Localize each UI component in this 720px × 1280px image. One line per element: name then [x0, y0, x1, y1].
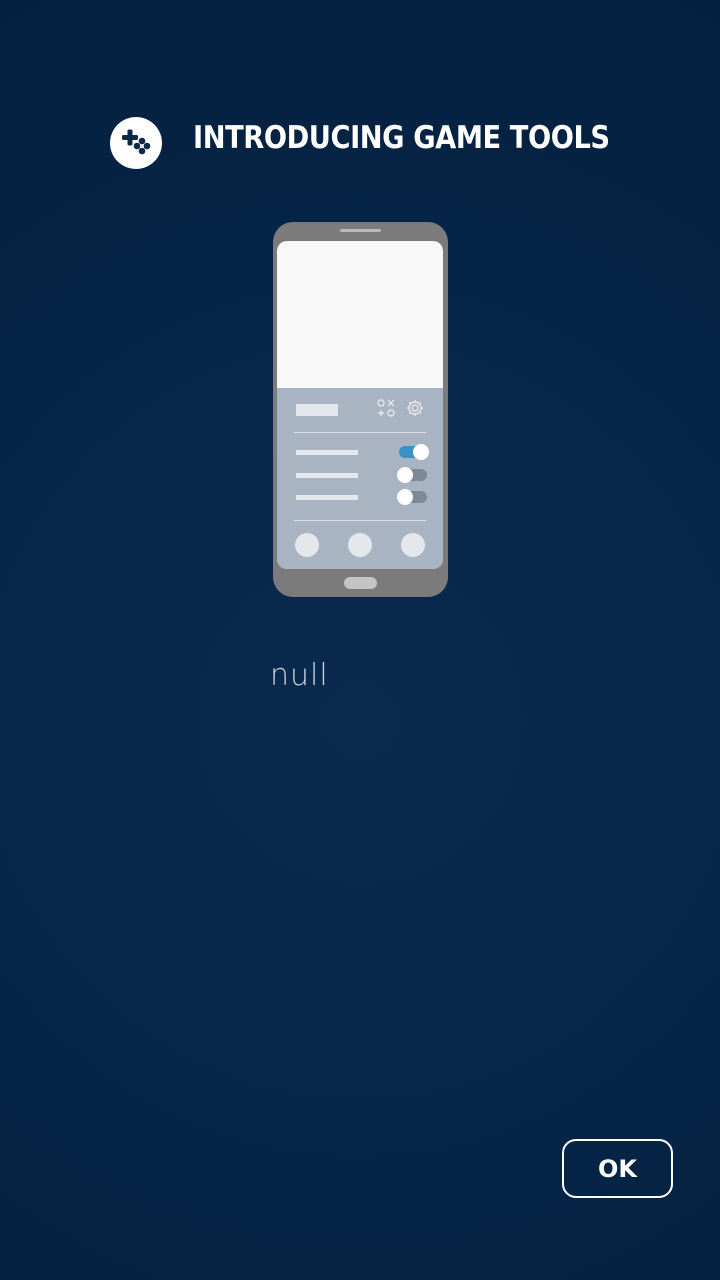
setting-toggle-off: [397, 489, 427, 505]
game-tools-panel: [277, 388, 443, 569]
panel-divider-bottom: [294, 520, 426, 521]
setting-row-label: [296, 473, 358, 478]
setting-toggle-on: [399, 444, 429, 460]
phone-illustration: [273, 222, 448, 597]
game-tools-icon: [377, 399, 395, 417]
panel-icons: [377, 398, 427, 424]
panel-circle-button: [348, 533, 372, 557]
setting-row-label: [296, 495, 358, 500]
game-launcher-icon: [110, 117, 162, 169]
header: INTRODUCING GAME TOOLS: [0, 110, 720, 174]
panel-label-placeholder: [296, 404, 338, 416]
gear-icon: [407, 400, 423, 416]
phone-home-button: [344, 577, 377, 589]
description-text: null: [270, 658, 329, 693]
page-title: INTRODUCING GAME TOOLS: [193, 120, 610, 156]
phone-speaker: [340, 229, 381, 232]
panel-divider-top: [294, 432, 426, 433]
setting-toggle-off: [397, 467, 427, 483]
panel-circle-button: [295, 533, 319, 557]
setting-row-label: [296, 450, 358, 455]
panel-circle-button: [401, 533, 425, 557]
phone-screen: [277, 241, 443, 569]
ok-button[interactable]: OK: [562, 1139, 673, 1198]
